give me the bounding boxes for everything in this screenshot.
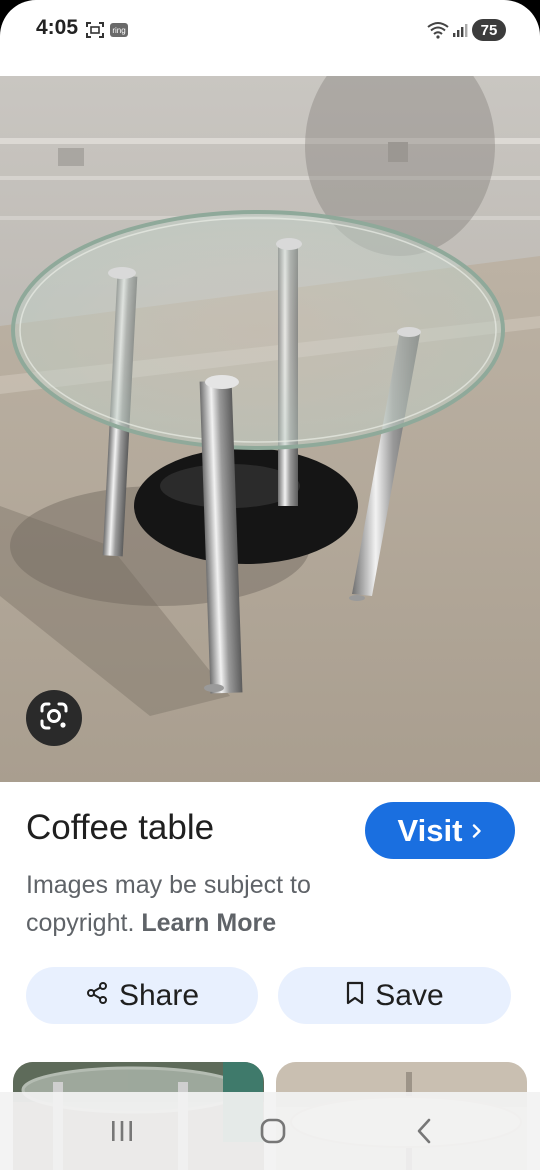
screen: 4:05 ring 75 Coffee table Visit Images m… bbox=[0, 0, 540, 1170]
save-button[interactable]: Save bbox=[278, 967, 511, 1024]
wifi-icon bbox=[426, 20, 450, 40]
save-button-label: Save bbox=[375, 978, 444, 1012]
home-icon[interactable] bbox=[257, 1116, 289, 1146]
learn-more-link[interactable]: Learn More bbox=[141, 909, 276, 937]
share-icon bbox=[85, 981, 109, 1010]
ring-app-icon: ring bbox=[110, 23, 128, 37]
recents-icon[interactable] bbox=[106, 1116, 138, 1146]
copyright-notice: Images may be subject to copyright. Lear… bbox=[26, 866, 386, 942]
status-time: 4:05 bbox=[36, 16, 79, 39]
google-lens-icon bbox=[38, 700, 70, 737]
share-button[interactable]: Share bbox=[26, 967, 258, 1024]
result-image[interactable] bbox=[0, 76, 540, 782]
google-lens-button[interactable] bbox=[26, 690, 82, 746]
back-icon[interactable] bbox=[410, 1116, 438, 1146]
signal-icon bbox=[452, 20, 468, 40]
battery-indicator: 75 bbox=[472, 19, 506, 41]
visit-button[interactable]: Visit bbox=[365, 802, 515, 859]
screenshot-icon bbox=[84, 20, 106, 40]
chevron-right-icon bbox=[472, 823, 482, 838]
system-navigation-bar bbox=[0, 1092, 540, 1170]
result-title: Coffee table bbox=[26, 808, 215, 847]
status-bar: 4:05 ring 75 bbox=[0, 0, 540, 62]
bookmark-icon bbox=[345, 981, 365, 1010]
visit-button-label: Visit bbox=[397, 812, 463, 848]
share-button-label: Share bbox=[118, 978, 200, 1012]
